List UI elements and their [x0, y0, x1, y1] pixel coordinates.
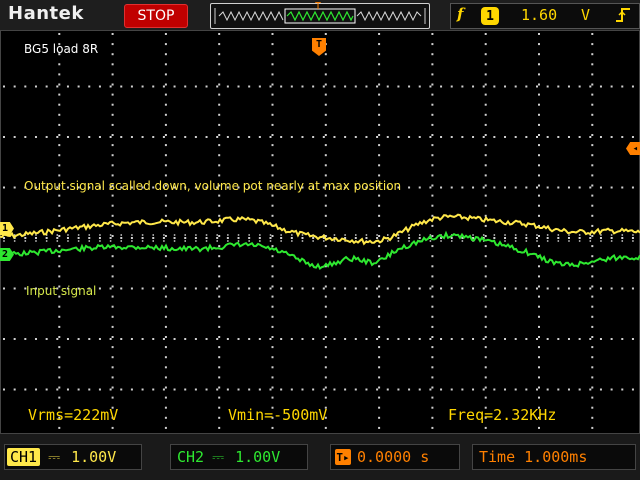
dc-coupling-icon: ⎓: [48, 448, 62, 466]
dc-coupling-icon: ⎓: [212, 448, 226, 466]
timebase-value: Time 1.000ms: [479, 448, 588, 466]
trigger-offset-icon: T▸: [335, 449, 351, 465]
output-signal-annotation: Output signal scalled down, volume pot n…: [24, 179, 402, 193]
trigger-edge-icon: f: [457, 5, 464, 23]
bottom-status-bar: CH1 ⎓ 1.00V CH2 ⎓ 1.00V T▸ 0.0000 s Time…: [0, 434, 640, 480]
ch1-tag: CH1: [7, 448, 41, 466]
ch1-scale: 1.00V: [71, 448, 117, 466]
memory-trigger-marker-icon: T: [315, 1, 322, 12]
measurement-vmin: Vmin=-500mV: [228, 406, 328, 424]
brand-logo: Hantek: [8, 3, 84, 24]
trigger-level-value: 1.60: [521, 6, 558, 24]
trigger-offset-value: 0.0000 s: [357, 448, 430, 466]
memory-position-bar[interactable]: T: [210, 1, 430, 29]
trigger-settings[interactable]: f 1 1.60 V: [450, 3, 640, 29]
trigger-source-channel: 1: [481, 7, 499, 25]
input-signal-annotation: Input signal: [26, 284, 97, 298]
run-stop-button[interactable]: STOP: [124, 4, 188, 28]
ch2-tag: CH2: [177, 448, 205, 466]
screen-label: BG5 load 8R: [24, 42, 99, 56]
measurement-vrms: Vrms=222mV: [28, 406, 119, 424]
graticule-grid: [0, 30, 640, 434]
waveform-display[interactable]: T ◂ BG5 load 8R Output signal scalled do…: [0, 30, 640, 434]
rising-edge-icon: [616, 8, 630, 22]
measurement-freq: Freq=2.32KHz: [448, 406, 557, 424]
trigger-offset-settings[interactable]: T▸ 0.0000 s: [330, 444, 460, 470]
ch2-scale: 1.00V: [235, 448, 281, 466]
ch2-settings[interactable]: CH2 ⎓ 1.00V: [170, 444, 308, 470]
trigger-level-unit: V: [581, 6, 591, 24]
ch1-settings[interactable]: CH1 ⎓ 1.00V: [4, 444, 142, 470]
timebase-settings[interactable]: Time 1.000ms: [472, 444, 636, 470]
top-status-bar: Hantek STOP T f 1 1.60 V: [0, 0, 640, 30]
ch1-waveform: [0, 213, 640, 246]
